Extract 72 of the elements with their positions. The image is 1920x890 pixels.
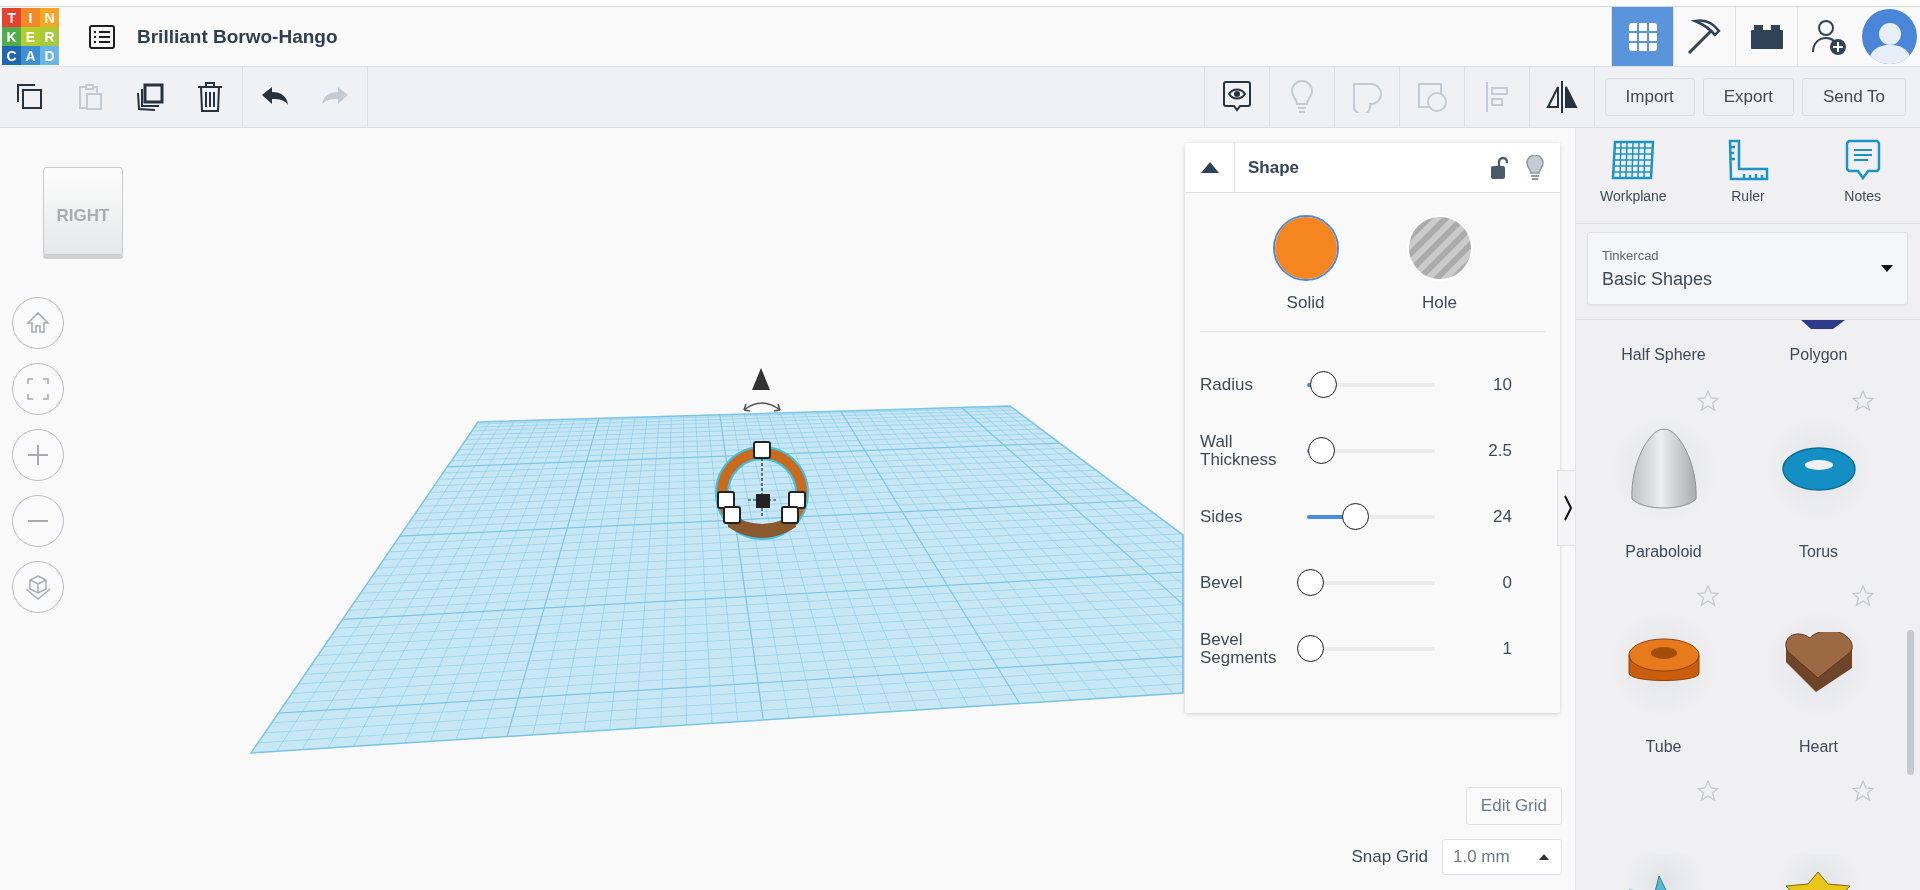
library-source: Tinkercad [1602, 247, 1660, 263]
slider-thumb[interactable] [1307, 437, 1335, 464]
notes-tool[interactable]: Notes [1812, 138, 1913, 223]
shape-label[interactable]: Torus [1798, 543, 1839, 561]
edit-grid-button[interactable]: Edit Grid [1465, 787, 1562, 825]
project-title[interactable]: Brilliant Borwo-Hango [137, 25, 338, 48]
parameter-value[interactable]: 0 [1449, 573, 1545, 593]
toolbar-button[interactable]: Send To [1801, 78, 1906, 116]
fit-view-icon[interactable] [12, 363, 64, 415]
parameter-label: Bevel Segments [1200, 631, 1278, 667]
parameter-label: Radius [1200, 376, 1254, 394]
parameter-label: Sides [1200, 508, 1244, 526]
duplicate-icon[interactable] [134, 81, 166, 113]
solid-option[interactable]: Solid [1272, 215, 1339, 313]
favorite-star-icon[interactable] [1852, 585, 1874, 607]
shape-label[interactable]: Half Sphere [1621, 346, 1706, 364]
favorite-star-icon[interactable] [1697, 780, 1719, 802]
cube-view-icon[interactable] [12, 561, 64, 613]
caret-icon [1539, 854, 1549, 860]
parameter-value[interactable]: 1 [1449, 639, 1545, 659]
parameter-label: Wall Thickness [1200, 433, 1278, 469]
bulb-icon[interactable] [1524, 152, 1546, 183]
snap-grid-label: Snap Grid [1351, 847, 1428, 867]
favorite-star-icon[interactable] [1852, 390, 1874, 412]
logo-letter: I [21, 8, 40, 27]
favorite-star-icon[interactable] [1852, 780, 1874, 802]
parameter-label: Bevel [1200, 574, 1244, 592]
slider-thumb[interactable] [1297, 569, 1325, 596]
scrollbar[interactable] [1907, 630, 1914, 775]
trash-icon[interactable] [196, 81, 224, 113]
zoom-out-icon[interactable] [12, 495, 64, 547]
panel-title: Shape [1248, 157, 1301, 178]
slider-thumb[interactable] [1310, 371, 1338, 398]
shape-label[interactable]: Heart [1798, 738, 1839, 756]
logo-letter: N [40, 8, 59, 27]
torus-shape-icon[interactable] [1780, 446, 1857, 492]
grid-plane-icon[interactable] [1611, 140, 1656, 180]
shape-label[interactable]: Tube [1645, 738, 1682, 756]
brick-icon[interactable] [1749, 23, 1784, 50]
shape-label[interactable]: Paraboloid [1625, 543, 1702, 561]
logo-letter: C [2, 46, 21, 65]
parameter-value[interactable]: 2.5 [1449, 441, 1545, 461]
zoom-in-icon[interactable] [12, 429, 64, 481]
mirror-icon[interactable] [1544, 80, 1579, 114]
logo-letter: A [21, 46, 40, 65]
snap-grid-select[interactable]: 1.0 mm [1442, 839, 1562, 875]
shape-library-dropdown[interactable]: Tinkercad Basic Shapes [1587, 232, 1908, 305]
toolbar-button[interactable]: Export [1702, 78, 1794, 116]
logo-letter: T [2, 8, 21, 27]
logo-letter: R [40, 27, 59, 46]
favorite-star-icon[interactable] [1697, 390, 1719, 412]
parameter-value[interactable]: 24 [1449, 507, 1545, 527]
shape-label[interactable]: Polygon [1789, 346, 1848, 364]
logo-letter: E [21, 27, 40, 46]
slider-thumb[interactable] [1342, 503, 1370, 530]
dropdown-caret-icon [1881, 265, 1893, 272]
ruler-icon[interactable] [1727, 139, 1769, 181]
ruler-tool[interactable]: Ruler [1698, 138, 1798, 223]
logo-letter: K [2, 27, 21, 46]
workplane-with-tube-drawing[interactable] [249, 368, 1184, 754]
favorite-star-icon[interactable] [1697, 585, 1719, 607]
parameter-value[interactable]: 10 [1449, 375, 1545, 395]
home-view-icon[interactable] [12, 297, 64, 349]
slider-thumb[interactable] [1297, 635, 1325, 662]
hole-option[interactable]: Hole [1406, 215, 1473, 313]
copy-icon[interactable] [15, 82, 45, 112]
toolbar-button[interactable]: Import [1604, 78, 1695, 116]
workplane-tool[interactable]: Workplane [1583, 138, 1684, 223]
grid-icon[interactable] [1627, 21, 1658, 52]
logo-letter: D [40, 46, 59, 65]
polygon-shape-icon[interactable] [1801, 320, 1845, 330]
library-category: Basic Shapes [1602, 268, 1714, 290]
